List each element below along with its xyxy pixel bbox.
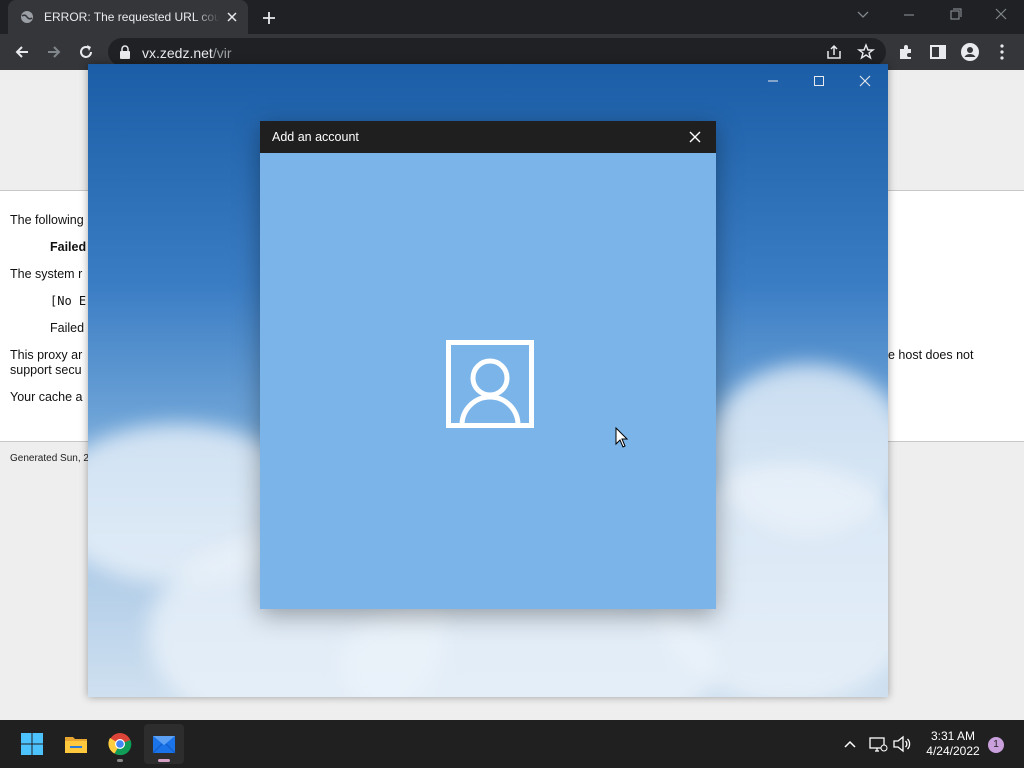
dialog-body xyxy=(260,153,716,609)
url-path: /vir xyxy=(212,45,232,61)
chevron-up-icon[interactable] xyxy=(840,734,860,754)
mouse-cursor-icon xyxy=(615,427,629,448)
bookmark-star-icon[interactable] xyxy=(856,42,876,62)
page-text-no-error: [No Er xyxy=(50,294,94,308)
minimize-icon[interactable] xyxy=(894,4,924,26)
page-text-following: The following xyxy=(10,213,84,227)
browser-tabstrip: ERROR: The requested URL could not be re… xyxy=(0,0,1024,34)
page-text-host: e host does not xyxy=(888,348,974,362)
extensions-icon[interactable] xyxy=(896,42,916,62)
volume-icon[interactable] xyxy=(892,734,912,754)
back-arrow-icon[interactable] xyxy=(12,42,32,62)
address-bar[interactable]: vx.zedz.net/vir xyxy=(108,38,886,66)
start-icon xyxy=(21,733,43,755)
lock-icon[interactable] xyxy=(119,45,131,59)
forward-arrow-icon[interactable] xyxy=(44,42,64,62)
clock-time: 3:31 AM xyxy=(930,729,976,743)
mail-minimize-icon[interactable] xyxy=(760,72,786,90)
page-footer-generated: Generated Sun, 2 xyxy=(10,453,89,464)
globe-icon xyxy=(21,11,33,23)
chrome-running-indicator xyxy=(117,759,123,762)
mail-button[interactable] xyxy=(144,724,184,764)
start-button[interactable] xyxy=(12,724,52,764)
taskbar: 3:31 AM 4/24/2022 xyxy=(0,720,1024,768)
dialog-close-icon[interactable] xyxy=(688,130,702,144)
profile-icon[interactable] xyxy=(960,42,980,62)
browser-tab[interactable]: ERROR: The requested URL could not be re… xyxy=(8,0,248,34)
share-icon[interactable] xyxy=(824,42,844,62)
network-icon[interactable] xyxy=(868,734,888,754)
mail-close-icon[interactable] xyxy=(852,72,878,90)
reload-icon[interactable] xyxy=(76,42,96,62)
page-text-failed-bold: Failed xyxy=(50,240,87,254)
page-text-failed: Failed xyxy=(50,321,85,335)
chrome-icon xyxy=(108,733,132,756)
mail-icon xyxy=(152,736,176,754)
dialog-title: Add an account xyxy=(260,121,716,153)
page-text-support: support secu xyxy=(10,363,82,377)
tab-search-icon[interactable] xyxy=(848,4,878,26)
kebab-menu-icon[interactable] xyxy=(992,42,1012,62)
clock[interactable]: 3:31 AM 4/24/2022 xyxy=(918,729,988,759)
page-text-system: The system r xyxy=(10,267,83,281)
add-account-dialog: Add an account xyxy=(260,121,716,609)
close-tab-icon[interactable] xyxy=(224,9,240,25)
page-text-proxy: This proxy ar xyxy=(10,348,83,362)
clock-date: 4/24/2022 xyxy=(926,744,980,758)
account-placeholder-icon xyxy=(446,340,534,428)
side-panel-icon[interactable] xyxy=(928,42,948,62)
file-explorer-button[interactable] xyxy=(56,724,96,764)
new-tab-icon[interactable] xyxy=(258,7,280,29)
mail-active-indicator xyxy=(158,759,170,762)
notification-badge[interactable]: 1 xyxy=(988,737,1004,753)
tab-title: ERROR: The requested URL could not be re… xyxy=(44,10,220,24)
mail-maximize-icon[interactable] xyxy=(806,72,832,90)
page-text-cache: Your cache a xyxy=(10,390,83,404)
close-window-icon[interactable] xyxy=(986,4,1016,26)
file-explorer-icon xyxy=(65,737,87,753)
url-text: vx.zedz.net/vir xyxy=(142,45,232,61)
url-host: vx.zedz.net xyxy=(142,45,213,61)
chrome-button[interactable] xyxy=(100,724,140,764)
restore-icon[interactable] xyxy=(940,4,970,26)
